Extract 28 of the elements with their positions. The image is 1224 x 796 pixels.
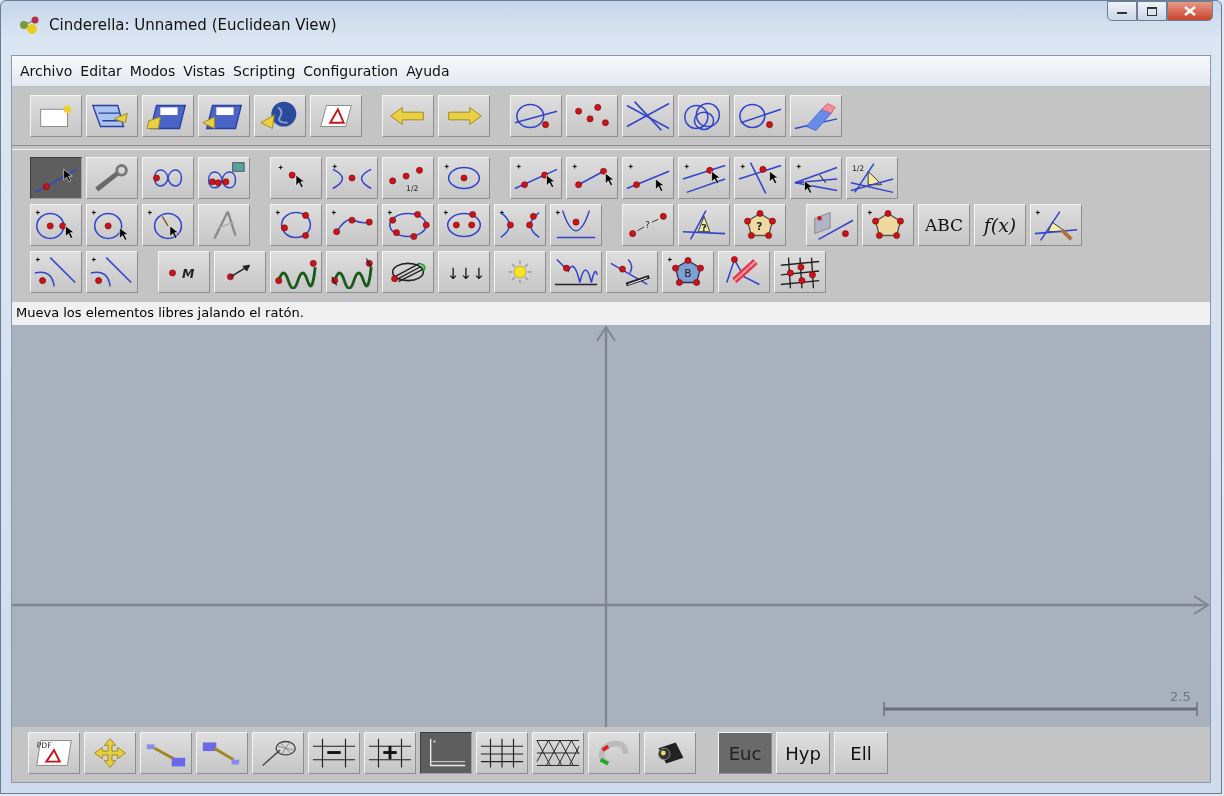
perpendicular-lines-icon	[737, 161, 783, 195]
status-message: Mueva los elementos libres jalando el ratón.	[12, 302, 1210, 325]
ellipse-icon	[385, 208, 431, 242]
grid-minus-icon	[311, 736, 357, 770]
window-title: Cinderella: Unnamed (Euclidean View)	[49, 16, 338, 34]
minimize-button[interactable]	[1107, 1, 1137, 21]
menu-item[interactable]: Ayuda	[402, 61, 454, 81]
menu-item[interactable]: Archivo	[16, 61, 77, 81]
tool-button[interactable]	[420, 732, 472, 774]
text-tool-button[interactable]: ABC	[918, 204, 970, 246]
menu-item[interactable]: Configuration	[299, 61, 403, 81]
geometry-button[interactable]: Ell	[834, 732, 888, 774]
lines-icon	[625, 99, 671, 133]
function-text-button[interactable]: f(x)	[974, 204, 1026, 246]
close-icon	[1184, 6, 1196, 16]
scale-label: 2.5	[1170, 689, 1191, 704]
menu-item[interactable]: Editar	[76, 61, 126, 81]
close-button[interactable]	[1167, 1, 1213, 21]
menu-item[interactable]: Vistas	[179, 61, 229, 81]
grid-plus-icon	[367, 736, 413, 770]
menu-item[interactable]: Modos	[125, 61, 180, 81]
menu-item[interactable]: Scripting	[229, 61, 300, 81]
maximize-button[interactable]	[1137, 1, 1167, 21]
maximize-icon	[1147, 6, 1157, 16]
angle-icon	[1033, 208, 1079, 242]
grid-icon	[479, 736, 525, 770]
geometry-button[interactable]: Hyp	[776, 732, 830, 774]
app-logo-icon	[19, 15, 41, 35]
